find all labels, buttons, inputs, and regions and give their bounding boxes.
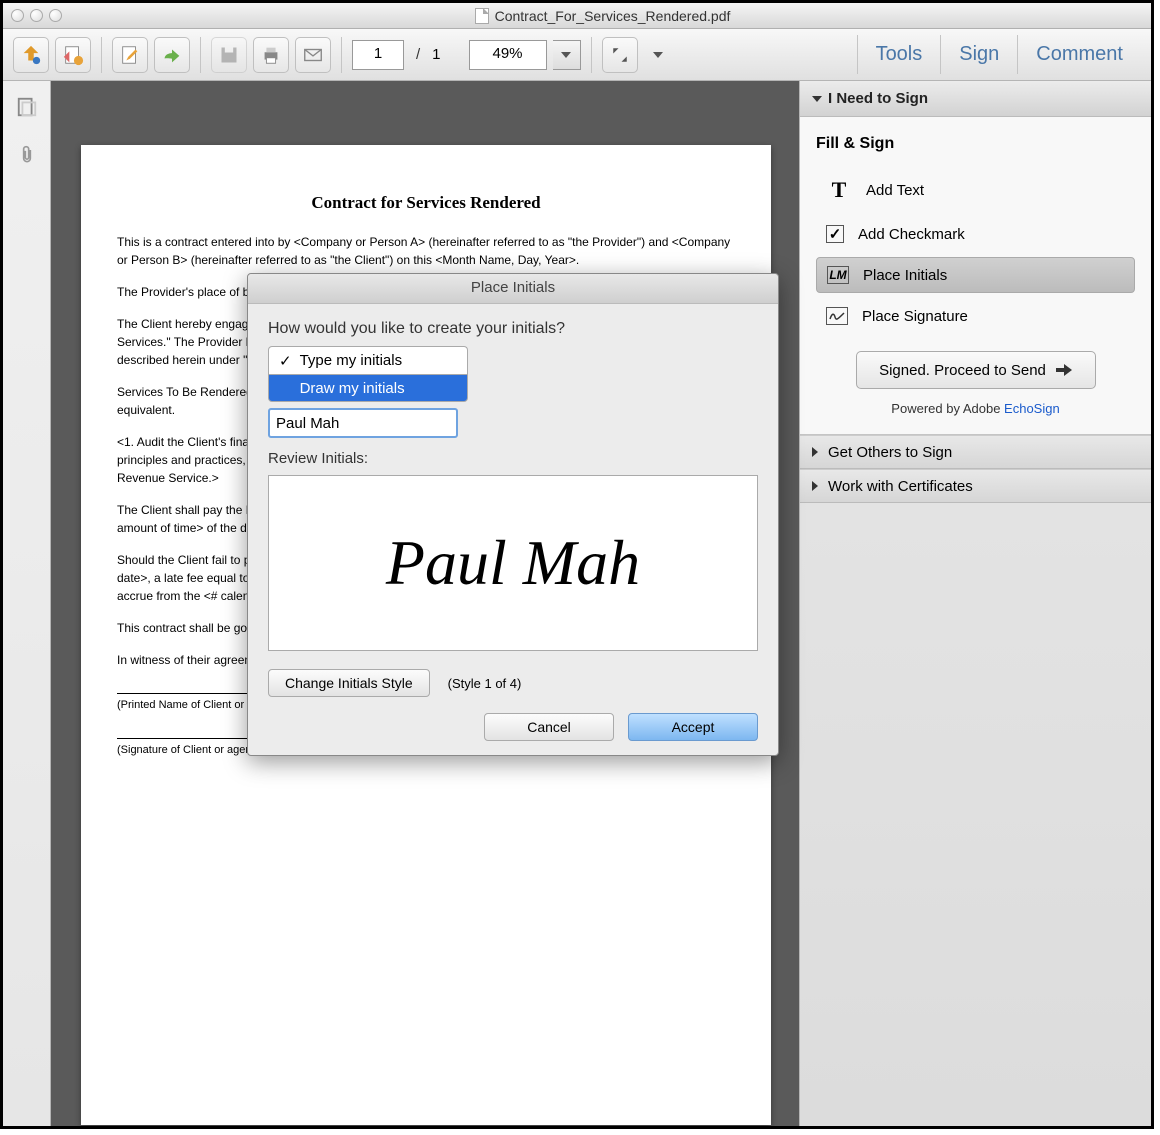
separator [101,37,102,73]
powered-by: Powered by Adobe EchoSign [816,401,1135,416]
zoom-dropdown-button[interactable] [553,40,581,70]
close-window-button[interactable] [11,9,24,22]
dropdown-option-draw[interactable]: ✓ Draw my initials [268,374,468,402]
save-button[interactable] [211,37,247,73]
dialog-body: How would you like to create your initia… [248,304,778,755]
fit-page-button[interactable] [602,37,638,73]
text-icon: T [826,177,852,203]
dialog-actions: Cancel Accept [268,713,758,741]
change-style-button[interactable]: Change Initials Style [268,669,430,697]
para: This is a contract entered into by <Comp… [117,233,735,269]
dropdown-option-type[interactable]: ✓ Type my initials [268,346,468,374]
separator [200,37,201,73]
create-pdf-button[interactable] [13,37,49,73]
cancel-button[interactable]: Cancel [484,713,614,741]
sign-item-add-checkmark[interactable]: ✓ Add Checkmark [816,217,1135,251]
style-row: Change Initials Style (Style 1 of 4) [268,669,758,697]
panel-label: Get Others to Sign [828,444,952,461]
zoom-window-button[interactable] [49,9,62,22]
sign-item-label: Place Signature [862,308,968,325]
place-initials-dialog: Place Initials How would you like to cre… [247,273,779,756]
right-tab-group: Tools Sign Comment [857,35,1141,74]
powered-text: Powered by Adobe [891,401,1004,416]
share-button[interactable] [154,37,190,73]
separator [341,37,342,73]
page-separator: / [416,46,420,63]
panel-header-label: I Need to Sign [828,90,928,107]
chevron-down-icon [812,94,822,104]
toolbar: 1 / 1 49% Tools Sign Comment [3,29,1151,81]
initials-name-input[interactable] [268,408,458,438]
minimize-window-button[interactable] [30,9,43,22]
left-rail [3,81,51,1126]
attachments-icon[interactable] [15,143,39,167]
page-total: 1 [432,46,440,63]
edit-button[interactable] [112,37,148,73]
tab-sign[interactable]: Sign [940,35,1017,74]
panel-header-need-to-sign[interactable]: I Need to Sign [800,81,1151,117]
sign-item-add-text[interactable]: T Add Text [816,169,1135,211]
review-label: Review Initials: [268,450,758,467]
signature-icon [826,307,848,325]
initials-preview: Paul Mah [268,475,758,651]
preview-text: Paul Mah [386,526,640,600]
initials-icon: LM [827,266,849,284]
sign-item-label: Add Checkmark [858,226,965,243]
initials-method-dropdown[interactable]: ✓ Type my initials ✓ Draw my initials [268,346,468,402]
chevron-right-icon [812,447,820,457]
separator [591,37,592,73]
sign-item-label: Place Initials [863,267,947,284]
tab-comment[interactable]: Comment [1017,35,1141,74]
panel-certificates[interactable]: Work with Certificates [800,469,1151,503]
accept-button[interactable]: Accept [628,713,758,741]
proceed-to-send-button[interactable]: Signed. Proceed to Send [856,351,1096,389]
dialog-title: Place Initials [248,274,778,304]
sign-item-place-initials[interactable]: LM Place Initials [816,257,1135,293]
page-number-input[interactable]: 1 [352,40,404,70]
checkmark-icon: ✓ [826,225,844,243]
app-window: Contract_For_Services_Rendered.pdf 1 / 1 [0,0,1154,1129]
email-button[interactable] [295,37,331,73]
chevron-right-icon [812,481,820,491]
sign-item-label: Add Text [866,182,924,199]
option-label: Type my initials [300,352,403,369]
echosign-link[interactable]: EchoSign [1004,401,1060,416]
tab-tools[interactable]: Tools [857,35,941,74]
open-button[interactable] [55,37,91,73]
option-label: Draw my initials [300,380,405,397]
print-button[interactable] [253,37,289,73]
zoom-input[interactable]: 49% [469,40,547,70]
sign-item-place-signature[interactable]: Place Signature [816,299,1135,333]
window-controls [11,9,62,22]
sign-panel: I Need to Sign Fill & Sign T Add Text ✓ … [799,81,1151,1126]
panel-label: Work with Certificates [828,478,973,495]
fill-sign-section: Fill & Sign T Add Text ✓ Add Checkmark L… [800,117,1151,435]
document-title: Contract for Services Rendered [117,193,735,213]
arrow-right-icon [1056,363,1072,377]
style-counter: (Style 1 of 4) [448,676,522,691]
titlebar: Contract_For_Services_Rendered.pdf [3,3,1151,29]
view-dropdown[interactable] [644,37,672,73]
panel-get-others[interactable]: Get Others to Sign [800,435,1151,469]
window-title-text: Contract_For_Services_Rendered.pdf [495,8,731,24]
dialog-question: How would you like to create your initia… [268,320,758,338]
section-title: Fill & Sign [816,135,1135,153]
window-title: Contract_For_Services_Rendered.pdf [62,8,1143,24]
thumbnails-icon[interactable] [15,95,39,119]
pdf-file-icon [475,8,489,24]
proceed-label: Signed. Proceed to Send [879,362,1046,379]
check-icon: ✓ [279,352,292,370]
